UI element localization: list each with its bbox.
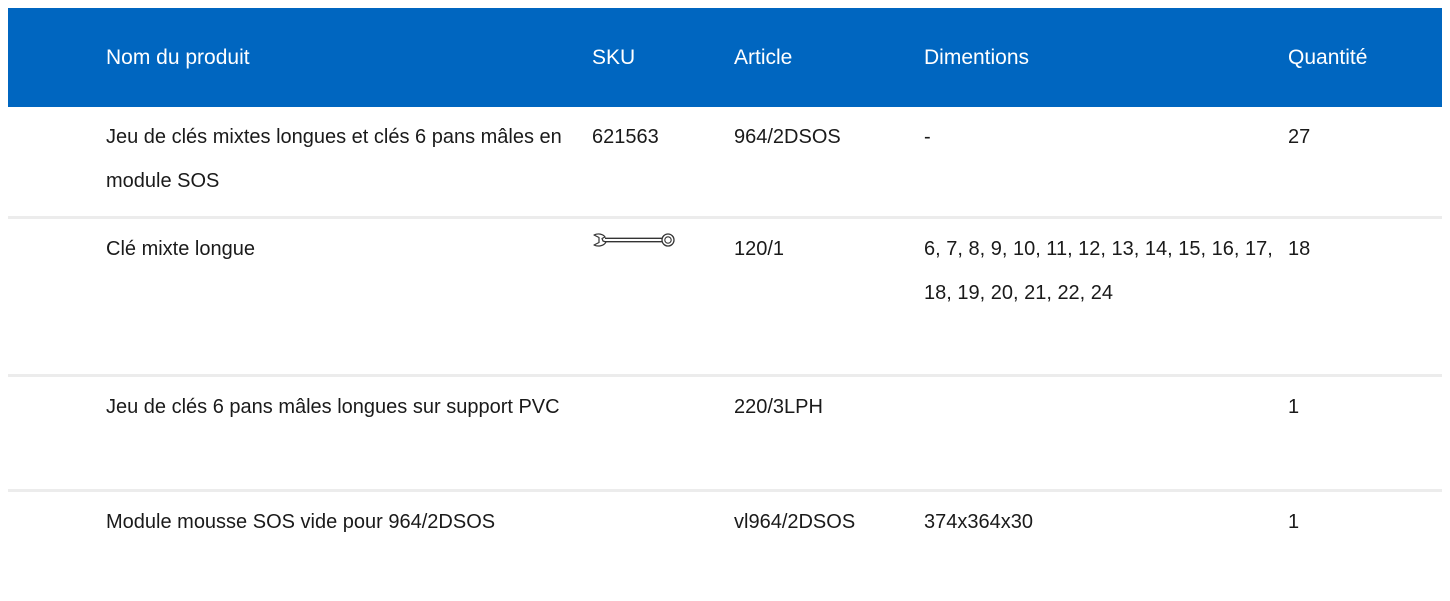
row-spacer <box>8 492 106 598</box>
product-sku <box>592 377 734 489</box>
header-name[interactable]: Nom du produit <box>106 46 592 70</box>
header-sku[interactable]: SKU <box>592 46 734 70</box>
combination-wrench-icon <box>593 233 675 247</box>
product-quantity: 1 <box>1288 396 1300 418</box>
table-header-row: Nom du produit SKU Article Dimentions Qu… <box>8 8 1442 107</box>
table-row: Jeu de clés mixtes longues et clés 6 pan… <box>8 107 1442 219</box>
product-dimensions <box>924 377 1288 489</box>
product-article: 964/2DSOS <box>734 126 841 148</box>
product-article: 120/1 <box>734 238 785 260</box>
header-article[interactable]: Article <box>734 46 924 70</box>
product-quantity: 27 <box>1288 126 1311 148</box>
product-article: vl964/2DSOS <box>734 511 856 533</box>
product-name: Jeu de clés 6 pans mâles longues sur sup… <box>106 396 560 418</box>
row-spacer <box>8 107 106 216</box>
product-dimensions: - <box>924 126 931 148</box>
product-table: Nom du produit SKU Article Dimentions Qu… <box>8 8 1442 598</box>
row-spacer <box>8 219 106 374</box>
product-name: Module mousse SOS vide pour 964/2DSOS <box>106 511 496 533</box>
product-dimensions: 374x364x30 <box>924 511 1033 533</box>
product-sku: 621563 <box>592 126 659 148</box>
product-name: Jeu de clés mixtes longues et clés 6 pan… <box>106 126 562 192</box>
product-quantity: 1 <box>1288 511 1300 533</box>
header-quantity[interactable]: Quantité <box>1288 46 1442 70</box>
product-quantity: 18 <box>1288 238 1311 260</box>
product-sku <box>592 492 734 598</box>
row-spacer <box>8 377 106 489</box>
product-name: Clé mixte longue <box>106 238 255 260</box>
header-dimensions[interactable]: Dimentions <box>924 46 1288 70</box>
product-article: 220/3LPH <box>734 396 823 418</box>
product-sku <box>592 219 734 374</box>
table-row: Module mousse SOS vide pour 964/2DSOS vl… <box>8 492 1442 598</box>
product-dimensions: 6, 7, 8, 9, 10, 11, 12, 13, 14, 15, 16, … <box>924 238 1273 304</box>
table-row: Jeu de clés 6 pans mâles longues sur sup… <box>8 377 1442 492</box>
table-row: Clé mixte longue 120/1 6, 7, 8, 9, 10, 1… <box>8 219 1442 377</box>
